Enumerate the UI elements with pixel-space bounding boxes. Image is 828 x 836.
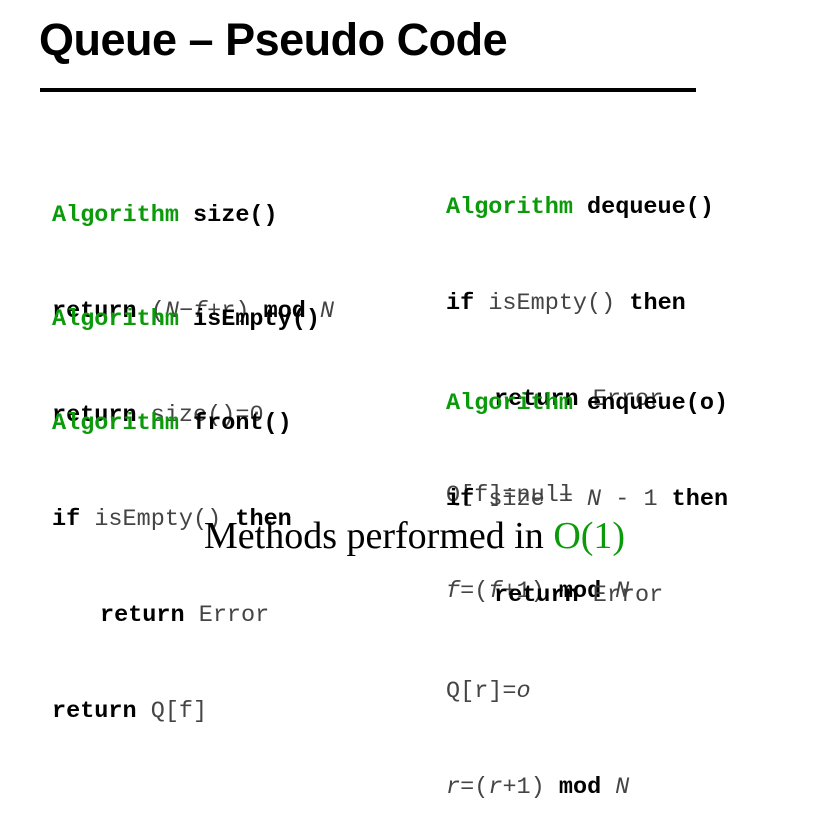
algorithm-header: Algorithm isEmpty() [52,304,320,336]
method-name: dequeue() [572,194,714,221]
footer-caption: Methods performed in O(1) [204,514,625,558]
if-keyword: if [446,290,475,317]
algorithm-keyword: Algorithm [446,194,573,221]
algorithm-keyword: Algorithm [52,306,179,333]
code-text: size = [474,486,588,513]
code-var: o [516,678,531,705]
return-keyword: return [100,602,185,629]
return-keyword: return [52,698,137,725]
code-line: Q[r]=o [446,676,728,708]
code-line: return Q[f] [52,696,292,728]
code-var: r [488,774,503,801]
code-text: =( [460,774,489,801]
code-line: return Error [446,580,728,612]
code-line: if isEmpty() then [446,288,714,320]
code-line: return Error [52,600,292,632]
if-keyword: if [52,506,81,533]
then-keyword: then [671,486,729,513]
algorithm-header: Algorithm size() [52,200,334,232]
mod-keyword: mod [558,774,602,801]
code-var: N [587,486,602,513]
code-text: Q[r]= [446,678,517,705]
algorithm-header: Algorithm enqueue(o) [446,388,728,420]
algorithm-keyword: Algorithm [446,390,573,417]
footer-text: Methods performed in [204,515,554,557]
algorithm-header: Algorithm dequeue() [446,192,714,224]
code-line: r=(r+1) mod N [446,772,728,804]
slide-title: Queue – Pseudo Code [39,14,508,65]
if-keyword: if [446,486,475,513]
code-var: N [615,774,630,801]
then-keyword: then [629,290,686,317]
code-text: Q[f] [136,698,208,725]
algorithm-header: Algorithm front() [52,408,292,440]
code-text: Error [184,602,270,629]
method-name: isEmpty() [178,306,320,333]
title-underline [40,88,696,92]
method-name: enqueue(o) [572,390,729,417]
code-text: +1) [502,774,559,801]
algorithm-keyword: Algorithm [52,202,179,229]
algorithm-keyword: Algorithm [52,410,179,437]
code-block-enqueue: Algorithm enqueue(o) if size = N - 1 the… [446,324,728,836]
method-name: size() [178,202,278,229]
code-line: if size = N - 1 then [446,484,728,516]
footer-complexity: O(1) [553,515,626,557]
code-text: Error [578,582,664,609]
code-var: r [446,774,461,801]
method-name: front() [178,410,292,437]
code-text: - 1 [601,486,672,513]
return-keyword: return [494,582,579,609]
code-text: isEmpty() [474,290,630,317]
code-var: N [320,298,335,325]
